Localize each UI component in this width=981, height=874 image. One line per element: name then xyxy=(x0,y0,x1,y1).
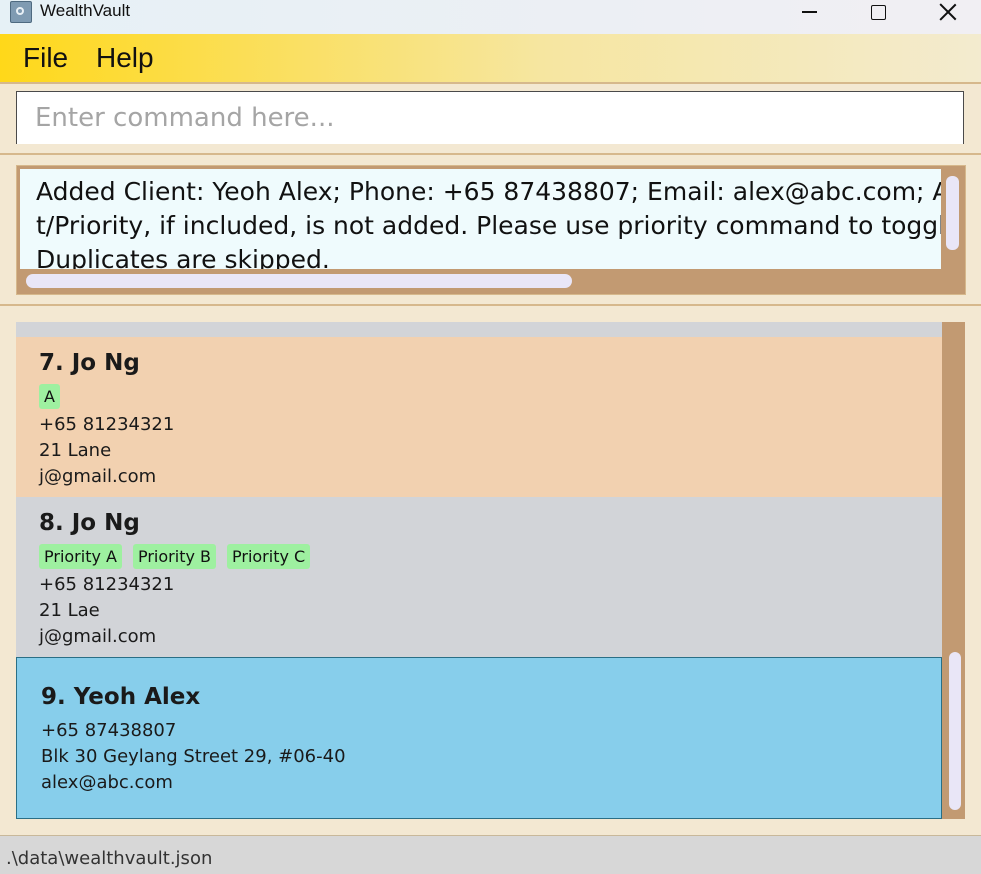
tag: Priority A xyxy=(39,544,122,569)
minimize-button[interactable] xyxy=(779,0,839,24)
menu-file[interactable]: File xyxy=(23,42,68,74)
client-card[interactable]: 8. Jo Ng Priority A Priority B Priority … xyxy=(16,497,942,657)
menu-bar: File Help xyxy=(0,34,981,84)
list-item-partial xyxy=(16,322,942,337)
client-list: 7. Jo Ng A +65 81234321 21 Lane j@gmail.… xyxy=(16,322,965,819)
client-address: Blk 30 Geylang Street 29, #06-40 xyxy=(41,746,346,767)
client-card-selected[interactable]: 9. Yeoh Alex +65 87438807 Blk 30 Geylang… xyxy=(16,657,942,819)
client-card[interactable]: 7. Jo Ng A +65 81234321 21 Lane j@gmail.… xyxy=(16,337,942,497)
vertical-scrollbar-thumb[interactable] xyxy=(946,176,959,250)
app-icon xyxy=(10,1,32,23)
tag-list: A xyxy=(39,384,60,409)
result-line: Added Client: Yeoh Alex; Phone: +65 8743… xyxy=(36,177,941,206)
client-address: 21 Lane xyxy=(39,440,112,461)
divider xyxy=(0,304,981,306)
window-title: WealthVault xyxy=(40,1,131,20)
client-address: 21 Lae xyxy=(39,600,100,621)
client-name: 8. Jo Ng xyxy=(39,510,140,536)
client-name: 9. Yeoh Alex xyxy=(41,684,201,710)
client-phone: +65 81234321 xyxy=(39,574,175,595)
client-email: alex@abc.com xyxy=(41,772,173,793)
menu-help[interactable]: Help xyxy=(96,42,154,74)
client-email: j@gmail.com xyxy=(39,626,157,647)
status-bar: .\data\wealthvault.json xyxy=(0,835,981,874)
client-name: 7. Jo Ng xyxy=(39,350,140,376)
command-box xyxy=(16,91,964,144)
result-line: Duplicates are skipped. xyxy=(36,245,330,269)
result-line: t/Priority, if included, is not added. P… xyxy=(36,211,941,240)
command-input[interactable] xyxy=(17,92,963,144)
divider xyxy=(0,153,981,155)
client-email: j@gmail.com xyxy=(39,466,157,487)
title-bar: WealthVault xyxy=(0,0,981,34)
tag: Priority B xyxy=(132,544,216,569)
result-display: Added Client: Yeoh Alex; Phone: +65 8743… xyxy=(16,165,966,295)
horizontal-scrollbar-thumb[interactable] xyxy=(26,274,572,288)
maximize-icon xyxy=(870,4,886,20)
result-text-area[interactable]: Added Client: Yeoh Alex; Phone: +65 8743… xyxy=(20,169,941,269)
minimize-icon xyxy=(801,11,817,13)
tag-list: Priority A Priority B Priority C xyxy=(39,544,311,569)
list-scrollbar-thumb[interactable] xyxy=(949,652,961,810)
close-button[interactable] xyxy=(918,0,978,24)
client-phone: +65 81234321 xyxy=(39,414,175,435)
data-file-path: .\data\wealthvault.json xyxy=(6,848,213,869)
close-icon xyxy=(939,3,957,21)
maximize-button[interactable] xyxy=(848,0,908,24)
tag: A xyxy=(39,384,60,409)
tag: Priority C xyxy=(227,544,311,569)
client-phone: +65 87438807 xyxy=(41,720,177,741)
